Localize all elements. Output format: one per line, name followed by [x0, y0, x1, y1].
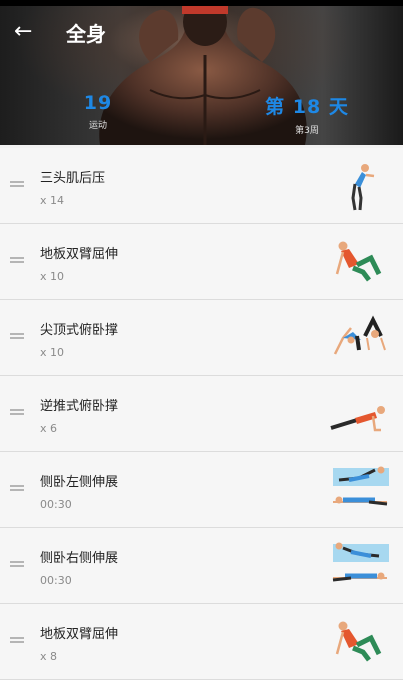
triceps-figure-icon [351, 164, 375, 211]
exercise-count: x 10 [40, 270, 65, 283]
exercise-count: 00:30 [40, 574, 72, 587]
drag-handle-icon[interactable] [10, 409, 24, 416]
exercise-count-label: 运动 [88, 121, 107, 131]
exercise-name: 逆推式俯卧撑 [40, 399, 119, 414]
drag-handle-icon[interactable] [10, 257, 24, 264]
pike-pushup-figure-icon [333, 315, 386, 355]
exercise-count-value: 19 [83, 92, 113, 114]
drag-handle-icon[interactable] [10, 561, 24, 568]
exercise-name: 尖顶式俯卧撑 [40, 323, 119, 338]
day-value: 第 18 天 [265, 96, 349, 118]
side-stretch-left-figure-icon [333, 466, 389, 506]
exercise-name: 侧卧左侧伸展 [40, 475, 119, 490]
exercise-name: 地板双臂屈伸 [40, 247, 119, 262]
exercise-row[interactable]: 尖顶式俯卧撑 x 10 [0, 300, 403, 376]
drag-handle-icon[interactable] [10, 181, 24, 188]
floor-dip-figure-icon [335, 241, 382, 282]
exercise-count: 00:30 [40, 498, 72, 511]
exercise-row[interactable]: 侧卧左侧伸展 00:30 [0, 452, 403, 528]
drag-handle-icon[interactable] [10, 485, 24, 492]
exercise-count: x 8 [40, 650, 58, 663]
exercise-row[interactable]: 逆推式俯卧撑 x 6 [0, 376, 403, 452]
exercise-row[interactable]: 地板双臂屈伸 x 10 [0, 224, 403, 300]
exercise-count: x 10 [40, 346, 65, 359]
floor-dip-figure-icon [335, 621, 382, 662]
header-banner: ← 全身 19 运动 第 18 天 第3周 [0, 0, 403, 145]
back-arrow-icon[interactable]: ← [14, 20, 38, 44]
drag-handle-icon[interactable] [10, 333, 24, 340]
exercise-list: 三头肌后压 x 14 地板双臂屈伸 x 10 尖顶式俯卧撑 x 10 逆推式俯卧… [0, 148, 403, 680]
exercise-row[interactable]: 三头肌后压 x 14 [0, 148, 403, 224]
exercise-name: 地板双臂屈伸 [40, 627, 119, 642]
week-label: 第3周 [295, 126, 319, 136]
status-bar [0, 0, 403, 6]
exercise-count-stat: 19 运动 [78, 92, 118, 131]
page-title: 全身 [66, 22, 106, 46]
pushup-figure-icon [330, 406, 385, 432]
exercise-count: x 14 [40, 194, 65, 207]
exercise-count: x 6 [40, 422, 58, 435]
exercise-name: 三头肌后压 [40, 171, 106, 186]
exercise-row[interactable]: 地板双臂屈伸 x 8 [0, 604, 403, 680]
drag-handle-icon[interactable] [10, 637, 24, 644]
side-stretch-right-figure-icon [332, 542, 389, 582]
exercise-row[interactable]: 侧卧右侧伸展 00:30 [0, 528, 403, 604]
day-stat: 第 18 天 第3周 [262, 92, 352, 136]
exercise-name: 侧卧右侧伸展 [40, 551, 119, 566]
